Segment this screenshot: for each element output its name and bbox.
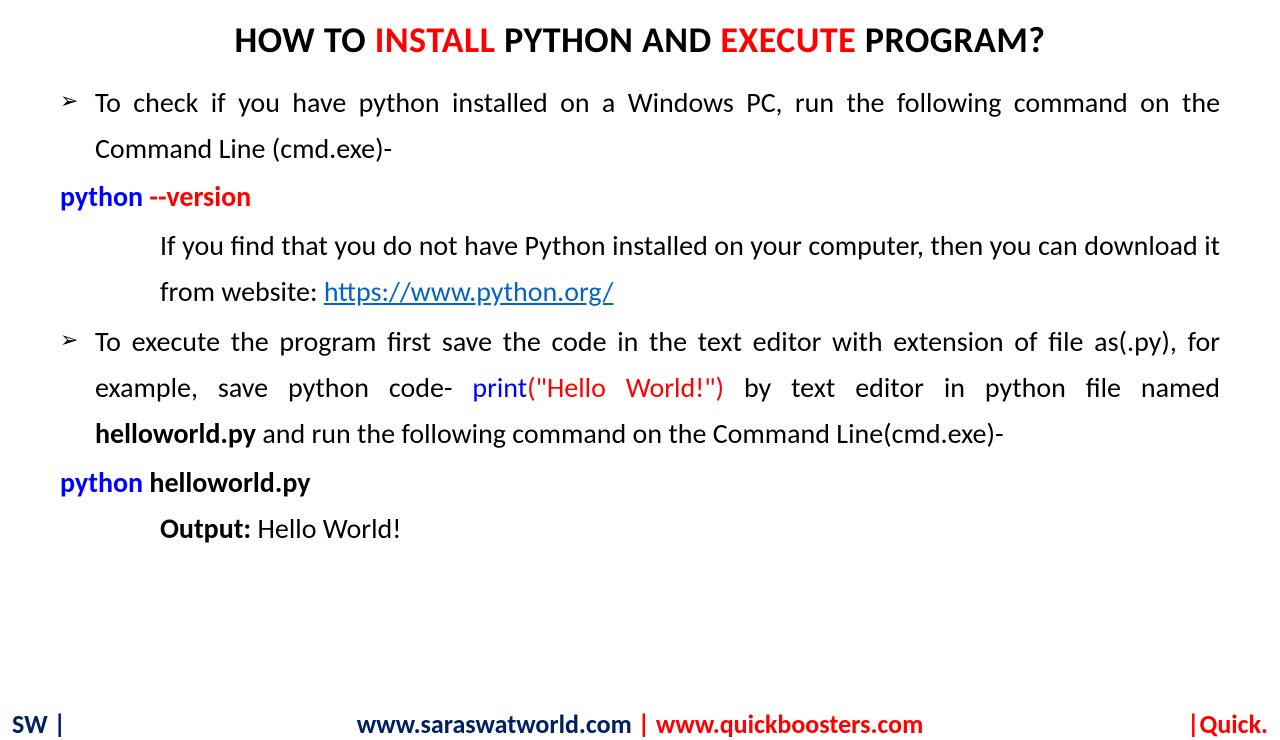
output-value: Hello World! xyxy=(251,511,401,546)
footer-center: www.saraswatworld.com | www.quickbooster… xyxy=(0,708,1280,740)
page-title: HOW TO INSTALL PYTHON AND EXECUTE PROGRA… xyxy=(0,0,1280,62)
title-part1: HOW TO xyxy=(235,18,375,62)
bullet-icon: ➢ xyxy=(60,322,78,358)
bullet2-args: ("Hello World!") xyxy=(527,370,724,405)
bullet2-print: print xyxy=(472,370,527,405)
title-part2: PYTHON AND xyxy=(495,18,720,62)
bullet-icon: ➢ xyxy=(60,83,78,119)
sub-note-1: If you find that you do not have Python … xyxy=(60,223,1220,315)
python-org-link[interactable]: https://www.python.org/ xyxy=(324,274,614,309)
output-line: Output: Hello World! xyxy=(60,506,1220,552)
footer-right: |Quick. xyxy=(1187,708,1268,740)
title-part3: PROGRAM? xyxy=(856,18,1045,62)
bullet-2: ➢ To execute the program first save the … xyxy=(60,319,1220,458)
bullet2-filename: helloworld.py xyxy=(95,416,256,451)
footer-url-saraswat: www.saraswatworld.com xyxy=(357,708,632,740)
bullet-1: ➢ To check if you have python installed … xyxy=(60,80,1220,172)
bullet1-text: To check if you have python installed on… xyxy=(95,85,1220,166)
output-label: Output: xyxy=(160,511,251,546)
content-body: ➢ To check if you have python installed … xyxy=(0,62,1280,552)
command-2: python helloworld.py xyxy=(60,460,1220,506)
cmd2-file: helloworld.py xyxy=(149,465,310,500)
cmd1-python: python xyxy=(60,179,143,214)
footer-separator: | xyxy=(632,708,656,740)
bullet2b-text: by text editor in python file named xyxy=(724,370,1220,405)
footer-url-quickboosters: www.quickboosters.com xyxy=(656,708,923,740)
bullet2c-text: and run the following command on the Com… xyxy=(256,416,1003,451)
cmd1-version: --version xyxy=(143,179,251,214)
sub1a-text: If you find that you do not have Python … xyxy=(160,228,1220,309)
title-highlight1: INSTALL xyxy=(375,18,496,62)
title-highlight2: EXECUTE xyxy=(720,18,856,62)
command-1: python --version xyxy=(60,174,1220,220)
cmd2-python: python xyxy=(60,465,149,500)
